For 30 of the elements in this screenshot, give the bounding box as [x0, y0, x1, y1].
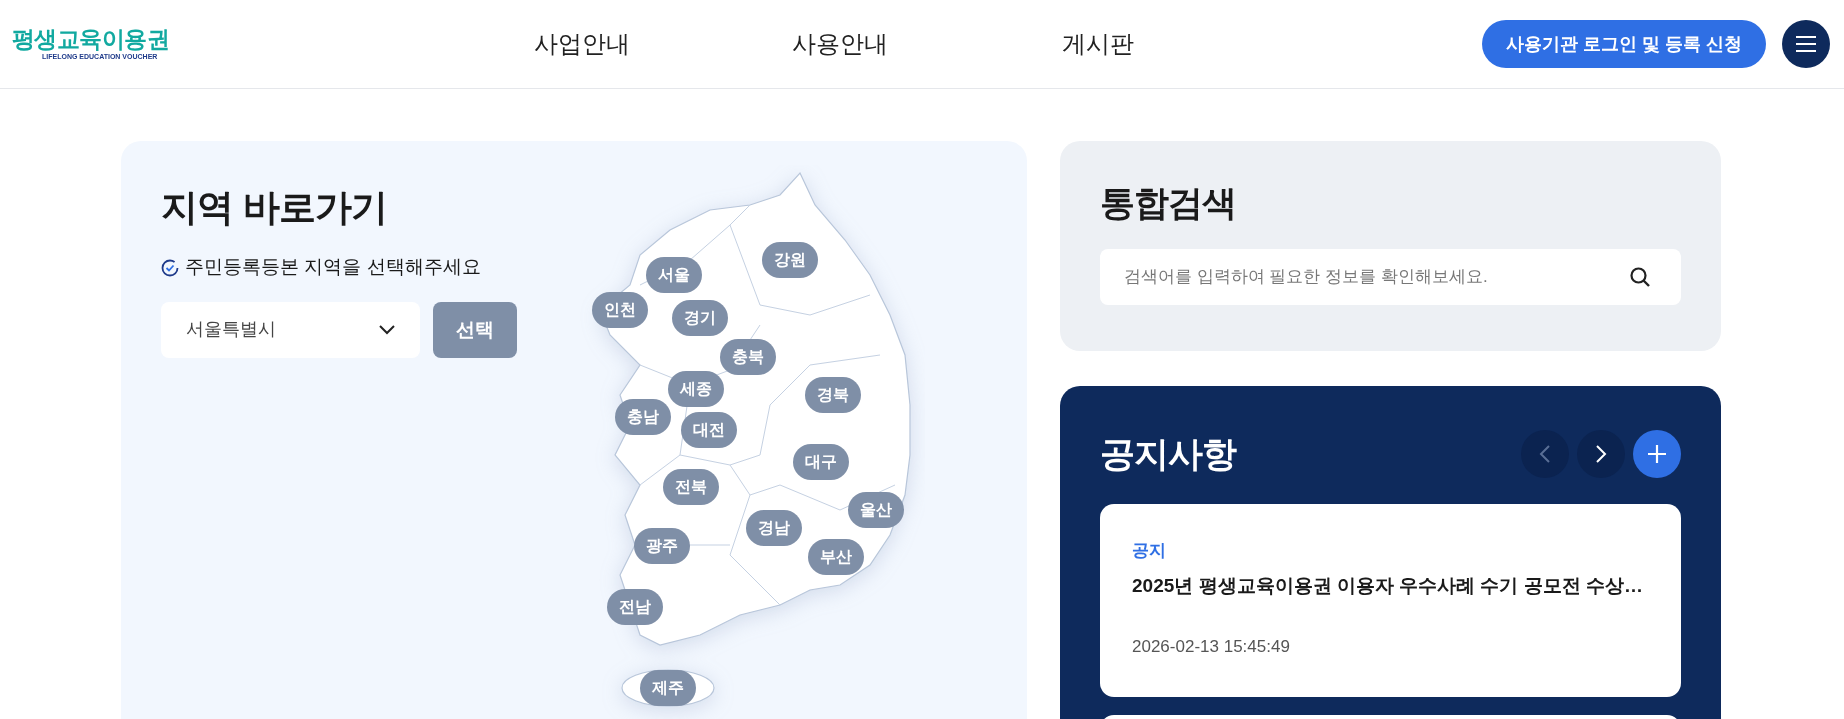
notice-card[interactable]: 공지 2025년 평생교육이용권 이용자 우수사례 수기 공모전 수상… 2026-02-13 15:45:49 — [1100, 504, 1681, 697]
plus-icon — [1647, 444, 1667, 464]
nav-link[interactable]: 사업안내 — [522, 26, 642, 62]
more-button[interactable] — [1633, 430, 1681, 478]
chevron-down-icon — [379, 324, 395, 335]
login-register-button[interactable]: 사용기관 로그인 및 등록 신청 — [1482, 20, 1766, 68]
search-title: 통합검색 — [1100, 182, 1238, 224]
notice-tag: 공지 — [1132, 538, 1649, 564]
search-field[interactable]: 검색어를 입력하여 필요한 정보를 확인해보세요. — [1100, 248, 1681, 305]
notice-title: 공지사항 — [1100, 433, 1237, 476]
search-icon[interactable] — [1629, 265, 1651, 288]
region-label[interactable]: 전남 — [607, 589, 663, 625]
region-title: 지역 바로가기 — [161, 186, 388, 230]
instruction-text: 주민등록등본 지역을 선택해주세요 — [185, 255, 481, 280]
select-button[interactable]: 선택 — [433, 301, 517, 358]
next-button[interactable] — [1577, 430, 1625, 478]
menu-button[interactable] — [1782, 20, 1830, 68]
region-label[interactable]: 인천 — [592, 292, 648, 328]
region-label[interactable]: 울산 — [848, 492, 904, 528]
notice-date: 2026-02-13 15:45:49 — [1132, 636, 1291, 658]
nav-link[interactable]: 사용안내 — [780, 26, 900, 62]
region-label[interactable]: 제주 — [640, 670, 696, 706]
region-label[interactable]: 충남 — [615, 399, 671, 435]
notice-item-title: 2025년 평생교육이용권 이용자 우수사례 수기 공모전 수상… — [1132, 573, 1644, 598]
check-circle-icon — [161, 258, 179, 277]
chevron-left-icon — [1539, 445, 1550, 463]
nav-link[interactable]: 게시판 — [1038, 26, 1158, 62]
chevron-right-icon — [1596, 445, 1607, 463]
region-select[interactable]: 서울특별시 — [161, 301, 420, 358]
logo-title[interactable]: 평생교육이용권 — [12, 28, 182, 51]
